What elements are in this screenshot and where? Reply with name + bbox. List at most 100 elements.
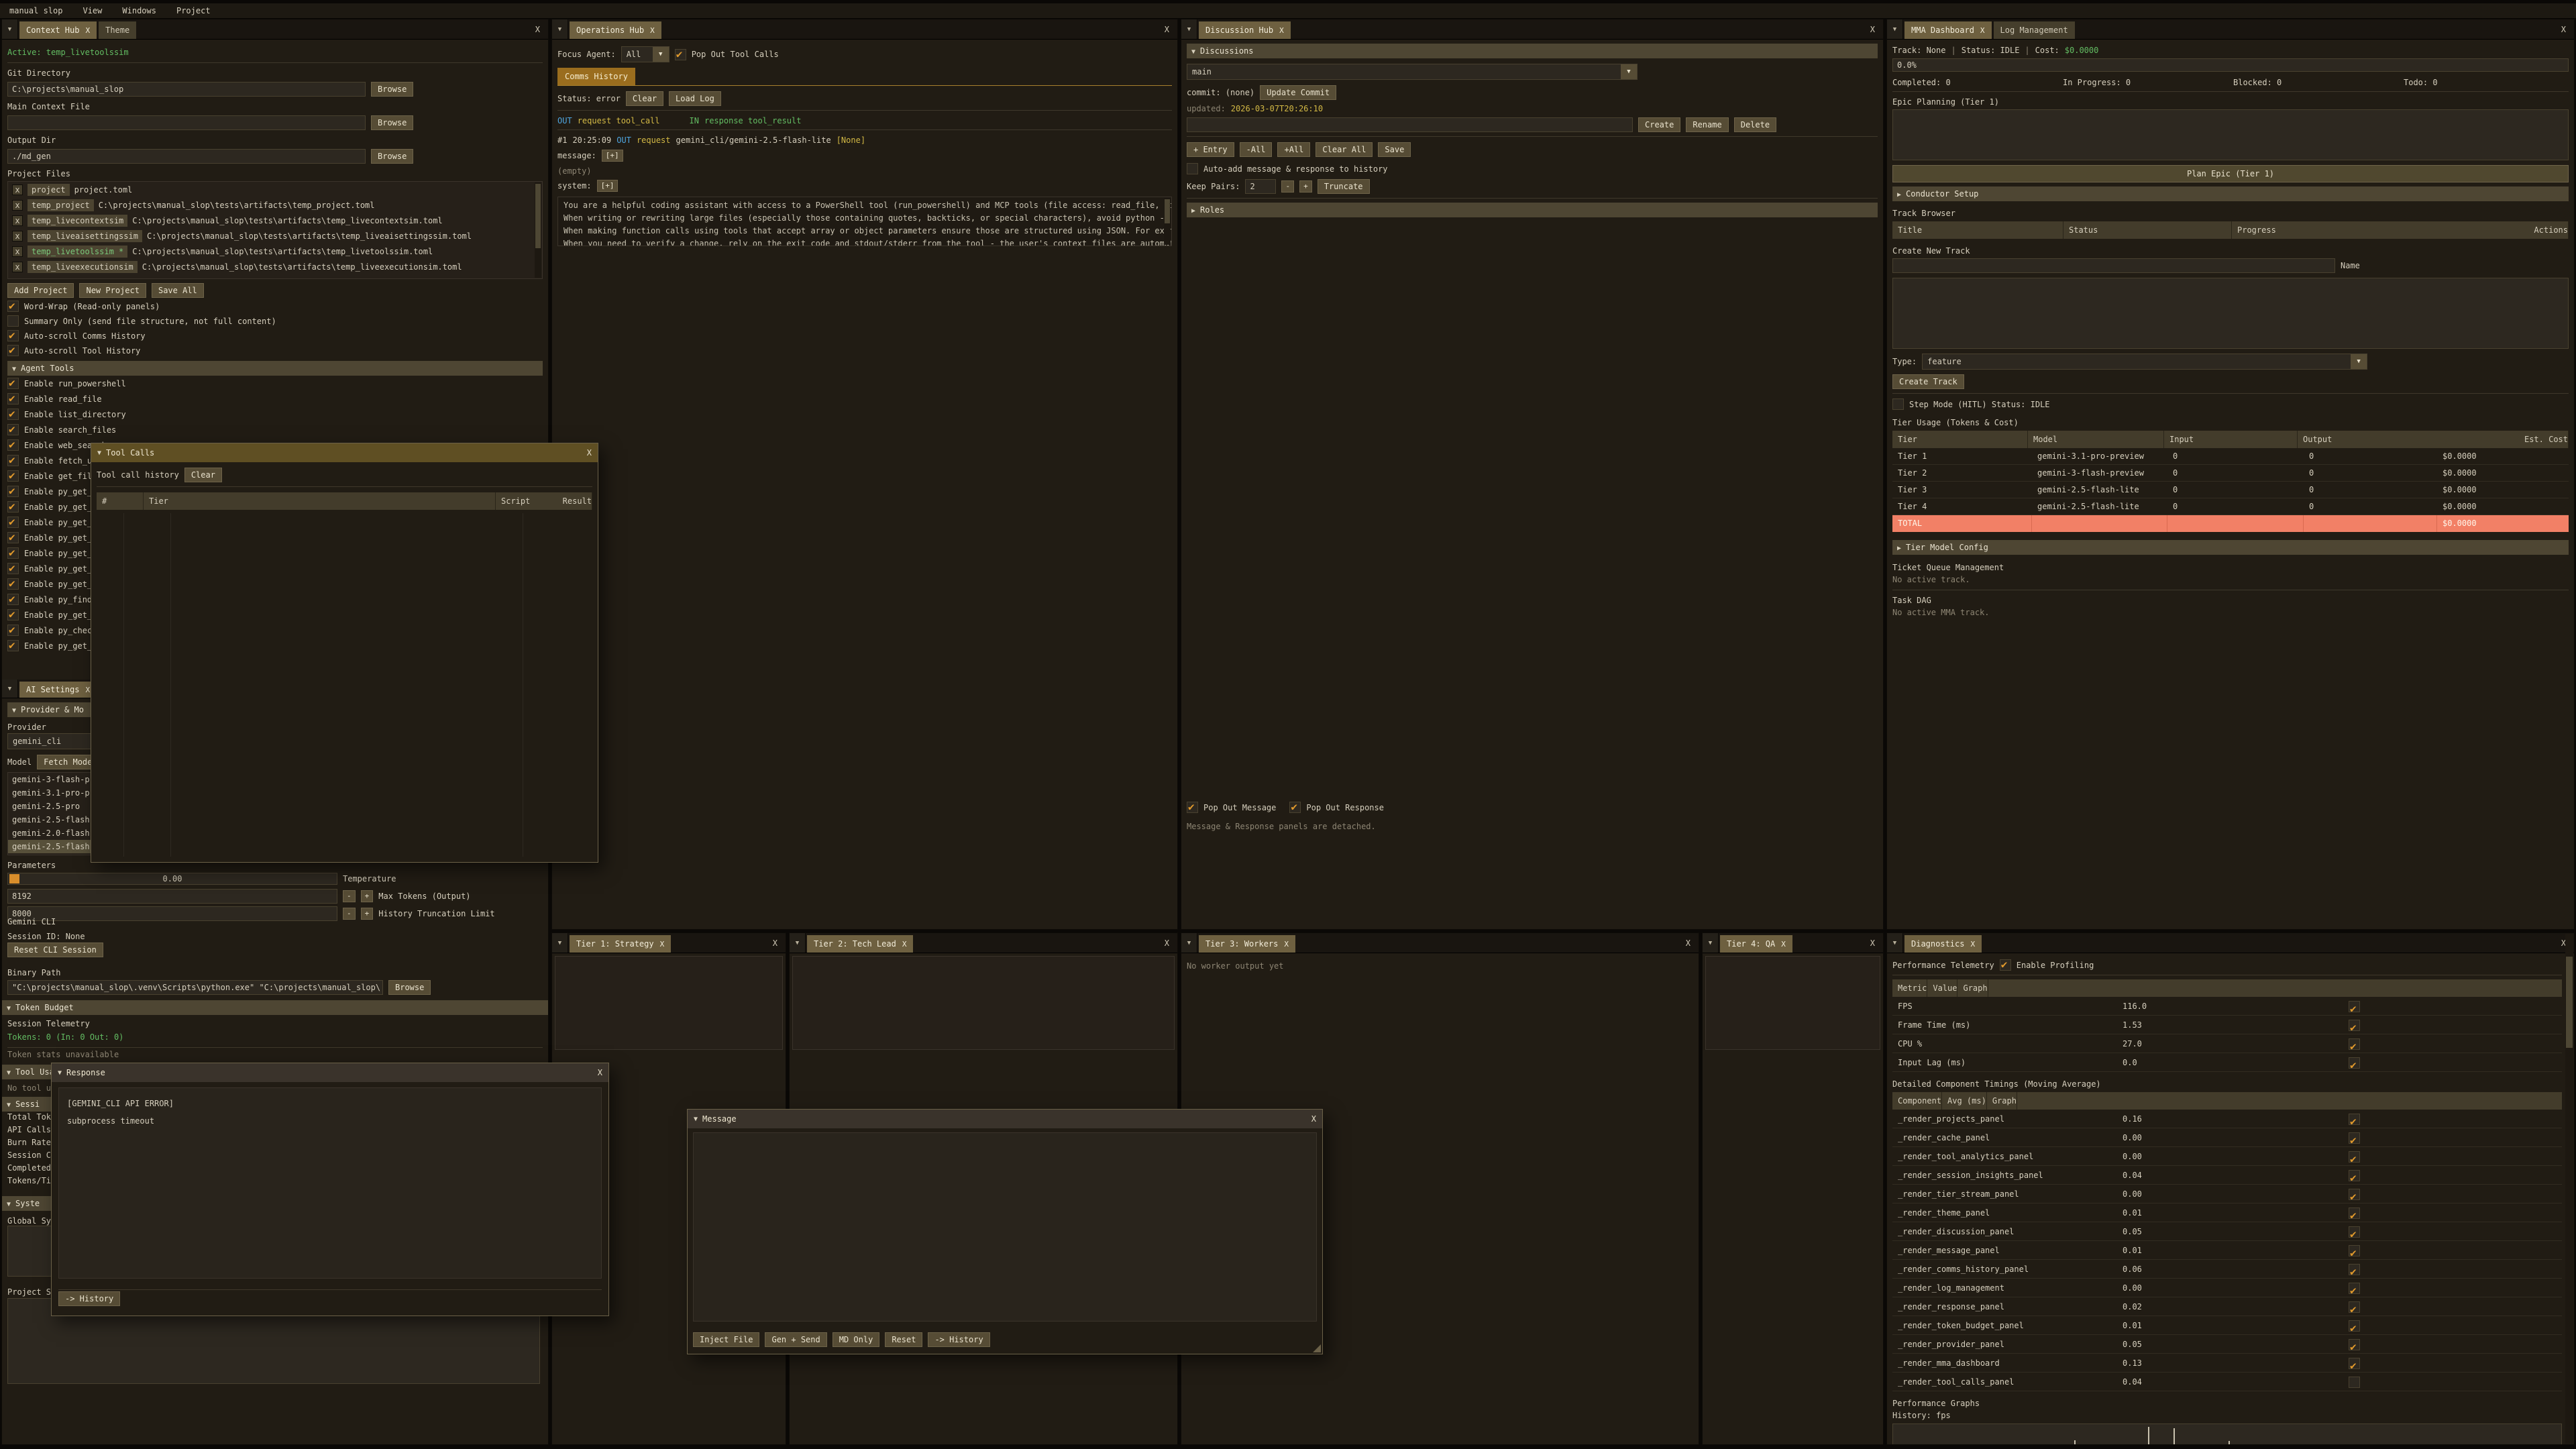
close-icon[interactable]: X: [598, 1068, 602, 1077]
tab-tier3-workers[interactable]: Tier 3: WorkersX: [1199, 935, 1295, 953]
create-discussion-button[interactable]: Create: [1638, 117, 1680, 132]
tab-diagnostics[interactable]: DiagnosticsX: [1904, 935, 1982, 953]
close-icon[interactable]: X: [902, 940, 907, 949]
update-commit-button[interactable]: Update Commit: [1260, 85, 1336, 100]
project-tag[interactable]: temp_project: [28, 199, 94, 211]
agent-tool-checkbox[interactable]: [7, 378, 19, 389]
remove-file-button[interactable]: x: [12, 246, 23, 257]
tier-model-config-header[interactable]: ▶Tier Model Config: [1892, 540, 2569, 555]
project-tag[interactable]: temp_liveexecutionsim: [28, 261, 138, 273]
option-checkbox[interactable]: [7, 301, 19, 312]
discussions-header[interactable]: ▼Discussions: [1187, 44, 1878, 58]
delete-discussion-button[interactable]: Delete: [1734, 117, 1776, 132]
max-tokens-input[interactable]: 8192: [7, 889, 337, 904]
binary-path-input[interactable]: "C:\projects\manual_slop\.venv\Scripts\p…: [7, 980, 383, 995]
option-row[interactable]: Word-Wrap (Read-only panels): [7, 300, 543, 313]
agent-tool-checkbox[interactable]: [7, 563, 19, 574]
graph-checkbox[interactable]: [2349, 1358, 2360, 1369]
tier4-output-area[interactable]: [1705, 956, 1880, 1050]
close-icon[interactable]: X: [1279, 26, 1284, 35]
close-icon[interactable]: X: [1284, 940, 1289, 949]
history-action-button[interactable]: Save: [1378, 142, 1411, 157]
step-mode-checkbox[interactable]: [1892, 398, 1904, 410]
graph-checkbox[interactable]: [2349, 1057, 2360, 1069]
main-context-file-input[interactable]: [7, 115, 366, 130]
message-action-button[interactable]: -> History: [928, 1332, 989, 1347]
tab-ai-settings[interactable]: AI SettingsX: [19, 682, 97, 698]
agent-tool-checkbox[interactable]: [7, 625, 19, 636]
output-dir-input[interactable]: ./md_gen: [7, 149, 366, 164]
project-action-button[interactable]: New Project: [79, 283, 146, 298]
track-name-input[interactable]: [1892, 258, 2335, 273]
pop-out-response-checkbox[interactable]: [1289, 802, 1301, 813]
max-tokens-minus-button[interactable]: -: [343, 890, 356, 902]
remove-file-button[interactable]: x: [12, 200, 23, 211]
project-action-button[interactable]: Add Project: [7, 283, 74, 298]
history-action-button[interactable]: + Entry: [1187, 142, 1234, 157]
option-row[interactable]: Auto-scroll Tool History: [7, 344, 543, 357]
graph-checkbox[interactable]: [2349, 1301, 2360, 1313]
project-file-row[interactable]: x temp_livecontextsim C:\projects\manual…: [8, 213, 542, 228]
git-directory-input[interactable]: C:\projects\manual_slop: [7, 82, 366, 97]
panel-close-icon[interactable]: X: [1157, 19, 1177, 39]
tab-tier4-qa[interactable]: Tier 4: QAX: [1720, 935, 1792, 953]
message-action-button[interactable]: Inject File: [693, 1332, 759, 1347]
system-prompt-preview[interactable]: You are a helpful coding assistant with …: [557, 197, 1172, 246]
graph-checkbox[interactable]: [2349, 1132, 2360, 1144]
agent-tool-row[interactable]: Enable run_powershell: [7, 376, 543, 391]
create-track-button[interactable]: Create Track: [1892, 374, 1964, 389]
close-icon[interactable]: X: [85, 26, 90, 35]
git-browse-button[interactable]: Browse: [371, 82, 413, 97]
message-textarea[interactable]: [693, 1132, 1317, 1322]
close-icon[interactable]: X: [1980, 26, 1985, 35]
agent-tool-checkbox[interactable]: [7, 470, 19, 482]
token-budget-header[interactable]: ▼Token Budget: [2, 1000, 548, 1015]
project-tag[interactable]: temp_livetoolssim *: [28, 246, 127, 258]
agent-tool-row[interactable]: Enable list_directory: [7, 407, 543, 422]
scrollbar[interactable]: [1164, 198, 1171, 245]
project-action-button[interactable]: Save All: [152, 283, 204, 298]
tab-operations-hub[interactable]: Operations HubX: [570, 21, 661, 39]
roles-header[interactable]: ▶Roles: [1187, 203, 1878, 217]
panel-close-icon[interactable]: X: [1157, 933, 1177, 953]
close-icon[interactable]: X: [1311, 1114, 1316, 1124]
tab-tier1-strategy[interactable]: Tier 1: StrategyX: [570, 935, 671, 953]
dock-arrow-icon[interactable]: ▼: [1181, 933, 1197, 953]
option-checkbox[interactable]: [7, 315, 19, 327]
agent-tool-row[interactable]: Enable read_file: [7, 391, 543, 407]
project-file-row[interactable]: x project project.toml: [8, 182, 542, 197]
message-action-button[interactable]: Gen + Send: [765, 1332, 826, 1347]
tab-discussion-hub[interactable]: Discussion HubX: [1199, 21, 1291, 39]
agent-tool-checkbox[interactable]: [7, 455, 19, 466]
response-content[interactable]: [GEMINI_CLI API ERROR] subprocess timeou…: [58, 1087, 602, 1279]
menu-item[interactable]: View: [83, 6, 102, 15]
output-browse-button[interactable]: Browse: [371, 149, 413, 164]
graph-checkbox[interactable]: [2349, 1189, 2360, 1200]
option-checkbox[interactable]: [7, 330, 19, 341]
remove-file-button[interactable]: x: [12, 231, 23, 241]
graph-checkbox[interactable]: [2349, 1264, 2360, 1275]
dock-arrow-icon[interactable]: ▼: [552, 933, 568, 953]
main-context-browse-button[interactable]: Browse: [371, 115, 413, 130]
option-checkbox[interactable]: [7, 345, 19, 356]
graph-checkbox[interactable]: [2349, 1114, 2360, 1125]
project-tag[interactable]: temp_livecontextsim: [28, 215, 127, 227]
agent-tool-checkbox[interactable]: [7, 486, 19, 497]
message-action-button[interactable]: MD Only: [833, 1332, 880, 1347]
comms-entry[interactable]: #1 20:25:09 OUT request gemini_cli/gemin…: [557, 136, 1172, 145]
expand-system-button[interactable]: [+]: [597, 180, 619, 192]
track-description-textarea[interactable]: [1892, 278, 2569, 349]
enable-profiling-checkbox[interactable]: [2000, 959, 2011, 971]
graph-checkbox[interactable]: [2349, 1320, 2360, 1332]
tab-theme[interactable]: Theme: [99, 21, 136, 39]
clear-tool-calls-button[interactable]: Clear: [184, 468, 222, 482]
tab-comms-history[interactable]: Comms History: [557, 68, 635, 85]
project-tag[interactable]: project: [28, 184, 70, 196]
tab-tier2-tech-lead[interactable]: Tier 2: Tech LeadX: [807, 935, 913, 953]
option-row[interactable]: Auto-scroll Comms History: [7, 329, 543, 342]
reset-cli-session-button[interactable]: Reset CLI Session: [7, 943, 103, 957]
close-icon[interactable]: X: [660, 940, 665, 949]
graph-checkbox[interactable]: [2349, 1226, 2360, 1238]
agent-tools-header[interactable]: ▼Agent Tools: [7, 361, 543, 376]
dock-arrow-icon[interactable]: ▼: [2, 680, 18, 698]
